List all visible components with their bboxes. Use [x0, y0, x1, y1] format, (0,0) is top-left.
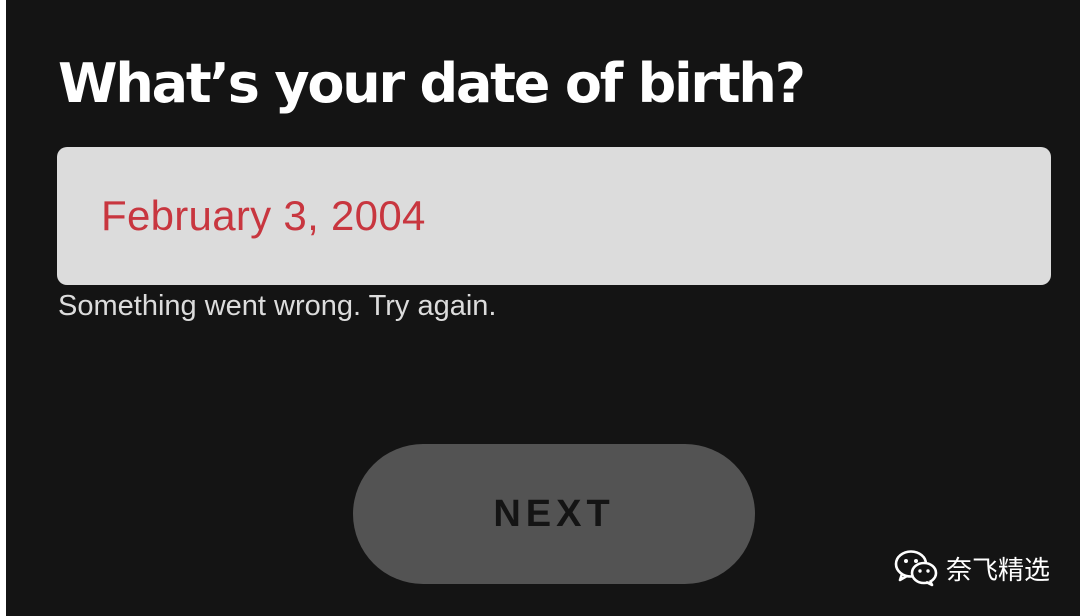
error-message: Something went wrong. Try again.: [58, 290, 497, 322]
page-title: What’s your date of birth?: [58, 52, 806, 115]
signup-screen: What’s your date of birth? February 3, 2…: [6, 0, 1080, 616]
date-of-birth-input[interactable]: February 3, 2004: [57, 147, 1051, 285]
date-of-birth-value: February 3, 2004: [101, 192, 426, 239]
watermark: 奈飞精选: [894, 546, 1050, 590]
next-button[interactable]: NEXT: [353, 444, 755, 584]
wechat-icon: [894, 550, 938, 587]
watermark-text: 奈飞精选: [946, 555, 1051, 586]
